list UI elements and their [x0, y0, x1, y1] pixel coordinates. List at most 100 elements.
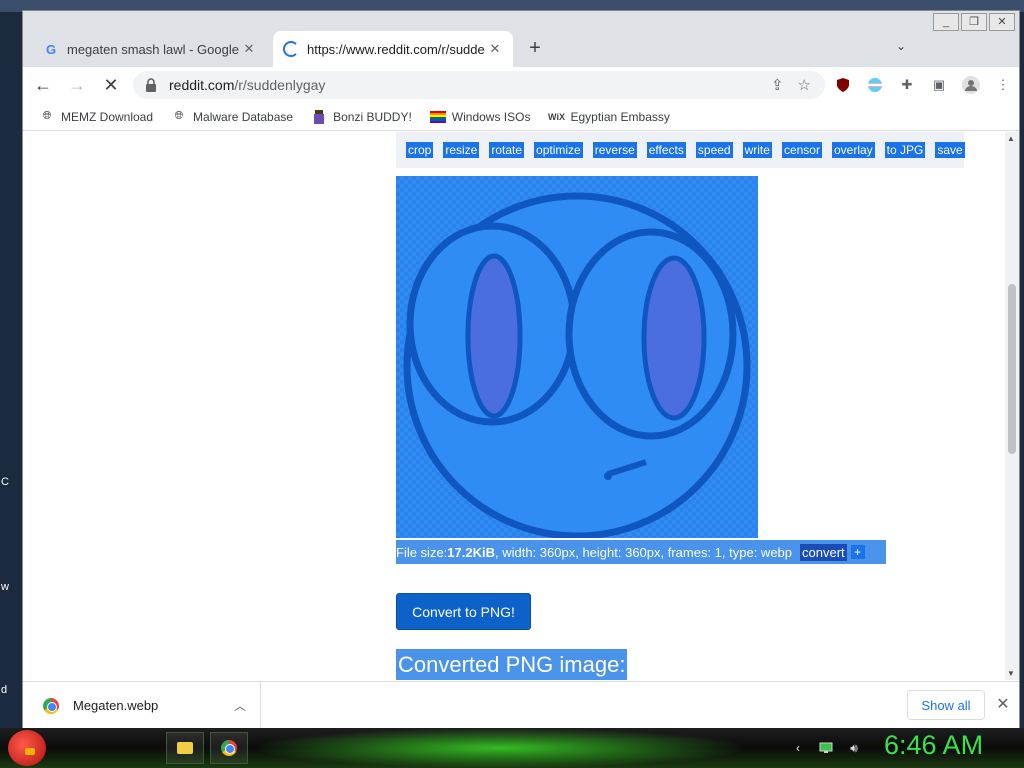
bookmark-label: Windows ISOs: [451, 109, 531, 124]
wix-icon: WiX: [548, 111, 565, 122]
tool-censor[interactable]: censor: [781, 142, 822, 158]
download-filename: Megaten.webp: [73, 698, 159, 713]
tab-search-chevron-icon[interactable]: ⌄: [891, 39, 911, 59]
scroll-up-arrow-icon[interactable]: ▲: [1007, 134, 1015, 143]
bookmark-label: Malware Database: [193, 109, 294, 124]
share-icon[interactable]: ⇪: [771, 76, 784, 94]
bookmark-item[interactable]: WiX Egyptian Embassy: [548, 109, 670, 125]
bookmark-label: Egyptian Embassy: [570, 109, 670, 124]
chrome-file-icon: [43, 697, 59, 714]
extensions-puzzle-icon[interactable]: ✚: [897, 75, 917, 95]
tool-optimize[interactable]: optimize: [534, 142, 583, 158]
new-tab-button[interactable]: +: [523, 37, 547, 61]
side-panel-icon[interactable]: ▣: [929, 75, 949, 95]
taskbar-glow: [250, 728, 750, 768]
tab-close-icon[interactable]: ✕: [487, 41, 503, 57]
browser-toolbar: ← → ✕ reddit.com/r/suddenlygay ⇪ ☆ ✚ ▣ ⋮: [23, 67, 1019, 103]
chevron-up-icon[interactable]: ︿: [234, 697, 246, 714]
tool-rotate[interactable]: rotate: [489, 142, 525, 158]
extension-icons: ✚ ▣ ⋮: [833, 75, 1013, 95]
file-details: , width: 360px, height: 360px, frames: 1…: [495, 544, 793, 560]
tool-overlay[interactable]: overlay: [831, 142, 875, 158]
forward-button[interactable]: →: [63, 71, 91, 99]
menu-kebab-icon[interactable]: ⋮: [993, 75, 1013, 95]
ublock-origin-icon[interactable]: [833, 75, 853, 95]
tab-strip: G megaten smash lawl - Google Se ✕ https…: [23, 11, 1019, 67]
desktop-edge-text: w: [1, 581, 9, 593]
image-preview: [396, 176, 758, 538]
converted-image-heading: Converted PNG image:: [396, 649, 628, 680]
bonzi-icon: [311, 109, 327, 125]
download-item[interactable]: Megaten.webp ︿: [23, 682, 261, 729]
address-bar[interactable]: reddit.com/r/suddenlygay ⇪ ☆: [133, 71, 825, 99]
close-window-button[interactable]: ✕: [989, 13, 1015, 31]
google-icon: G: [45, 41, 57, 57]
angry-bird-icon: [25, 748, 35, 755]
desktop-edge-text: d: [1, 684, 8, 696]
tab-google-search[interactable]: G megaten smash lawl - Google Se ✕: [33, 31, 267, 67]
file-info-bar: File size: 17.2KiB , width: 360px, heigh…: [396, 540, 886, 564]
image-tools-row: crop resize rotate optimize reverse effects sp…: [396, 132, 965, 168]
bookmark-item[interactable]: 🌐︎ Malware Database: [171, 109, 293, 125]
file-size: 17.2KiB: [447, 544, 495, 560]
page-scrollbar[interactable]: ▲ ▼: [1005, 132, 1019, 680]
rainbow-flag-icon: [429, 109, 446, 125]
address-path: /r/suddenlygay: [234, 77, 326, 93]
file-info-prefix: File size:: [396, 544, 448, 560]
address-host: reddit.com: [169, 77, 235, 93]
tool-save[interactable]: save: [935, 142, 965, 158]
scrollbar-thumb[interactable]: [1008, 284, 1016, 454]
stop-loading-button[interactable]: ✕: [97, 71, 125, 99]
minimize-button[interactable]: _: [933, 13, 959, 31]
tray-arrow-icon[interactable]: ‹: [790, 740, 806, 756]
bookmark-label: MEMZ Download: [61, 109, 154, 124]
globe-icon: 🌐︎: [42, 110, 52, 122]
tool-write[interactable]: write: [742, 142, 772, 158]
system-tray: ‹ 🔊︎: [790, 740, 862, 756]
tool-crop[interactable]: crop: [406, 142, 434, 158]
bookmark-item[interactable]: Windows ISOs: [429, 109, 531, 125]
tool-reverse[interactable]: reverse: [592, 142, 637, 158]
taskbar-explorer[interactable]: [166, 732, 204, 764]
page-content: crop resize rotate optimize reverse effects sp…: [23, 132, 1007, 680]
folder-icon: [177, 742, 193, 754]
close-shelf-icon[interactable]: ✕: [993, 694, 1013, 714]
tool-to-jpg[interactable]: to JPG: [884, 142, 926, 158]
taskbar: ‹ 🔊︎ 6:46 AM: [0, 728, 1024, 768]
start-button[interactable]: [8, 730, 46, 766]
bookmarks-bar: 🌐︎ MEMZ Download 🌐︎ Malware Database Bon…: [23, 103, 1019, 131]
tool-resize[interactable]: resize: [443, 142, 480, 158]
bookmark-item[interactable]: Bonzi BUDDY!: [311, 109, 412, 125]
loading-spinner-icon: [283, 41, 299, 57]
profile-avatar-icon[interactable]: [961, 75, 981, 95]
tab-title: https://www.reddit.com/r/sudde: [307, 41, 485, 57]
tool-speed[interactable]: speed: [695, 142, 733, 158]
tab-close-icon[interactable]: ✕: [241, 41, 257, 57]
back-button[interactable]: ←: [29, 71, 57, 99]
lock-icon: [146, 78, 156, 92]
browser-window: G megaten smash lawl - Google Se ✕ https…: [22, 10, 1020, 729]
window-controls: _ ❐ ✕: [929, 11, 1019, 37]
desktop-edge-text: C: [1, 476, 9, 488]
show-all-button[interactable]: Show all: [907, 690, 985, 720]
bookmark-star-icon[interactable]: ☆: [798, 76, 811, 94]
chrome-icon: [221, 740, 237, 756]
network-icon[interactable]: [818, 740, 834, 756]
bookmark-item[interactable]: 🌐︎ MEMZ Download: [39, 109, 153, 125]
taskbar-clock[interactable]: 6:46 AM: [884, 730, 983, 761]
tab-reddit[interactable]: https://www.reddit.com/r/sudde ✕: [273, 31, 513, 67]
convert-link[interactable]: convert: [800, 543, 847, 561]
scroll-down-arrow-icon[interactable]: ▼: [1007, 669, 1015, 678]
tool-effects[interactable]: effects: [646, 142, 686, 158]
download-shelf: Megaten.webp ︿ Show all ✕: [23, 681, 1019, 729]
volume-icon[interactable]: 🔊︎: [846, 740, 862, 756]
globe-icon: 🌐︎: [174, 110, 184, 122]
trans-flag-extension-icon[interactable]: [865, 75, 885, 95]
plus-icon[interactable]: +: [850, 545, 865, 559]
tab-title: megaten smash lawl - Google Se: [67, 41, 241, 57]
convert-to-png-button[interactable]: Convert to PNG!: [396, 593, 531, 630]
bookmark-label: Bonzi BUDDY!: [333, 109, 412, 124]
restore-button[interactable]: ❐: [961, 13, 987, 31]
taskbar-chrome[interactable]: [210, 732, 248, 764]
blue-face-image: [396, 176, 758, 538]
